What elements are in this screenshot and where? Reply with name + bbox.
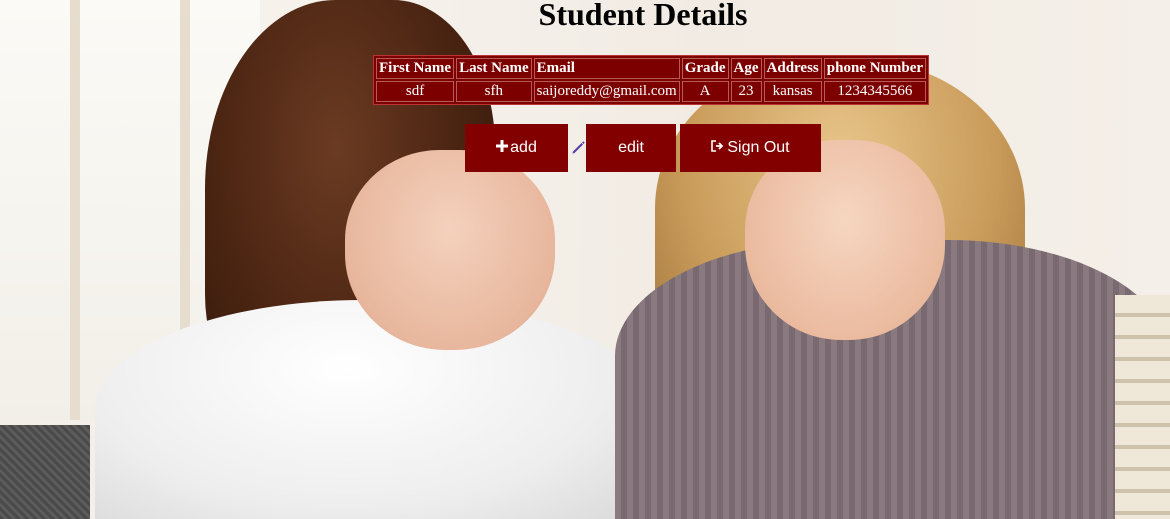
column-header-last-name: Last Name <box>456 58 532 79</box>
cell-first-name: sdf <box>376 81 455 102</box>
edit-button-label: edit <box>618 139 644 156</box>
cell-phone-number: 1234345566 <box>823 81 927 102</box>
edit-button[interactable]: edit <box>586 124 676 172</box>
sign-out-button-label: Sign Out <box>727 139 790 156</box>
column-header-phone-number: phone Number <box>823 58 927 79</box>
logout-icon <box>711 139 725 157</box>
background-chair <box>0 425 90 519</box>
cell-email: saijoreddy@gmail.com <box>533 81 680 102</box>
column-header-grade: Grade <box>681 58 729 79</box>
cell-last-name: sfh <box>456 81 532 102</box>
column-header-address: Address <box>763 58 822 79</box>
add-button-label: add <box>510 139 537 156</box>
background-books <box>1115 295 1170 519</box>
table-header-row: First Name Last Name Email Grade Age Add… <box>376 58 927 79</box>
students-table: First Name Last Name Email Grade Age Add… <box>373 55 930 105</box>
pencil-icon[interactable] <box>571 139 587 155</box>
cell-age: 23 <box>730 81 762 102</box>
plus-icon <box>496 139 509 157</box>
sign-out-button[interactable]: Sign Out <box>680 124 821 172</box>
table-row: sdf sfh saijoreddy@gmail.com A 23 kansas… <box>376 81 927 102</box>
cell-grade: A <box>681 81 729 102</box>
column-header-email: Email <box>533 58 680 79</box>
column-header-first-name: First Name <box>376 58 455 79</box>
background-person-left-face <box>345 150 555 350</box>
page-title: Student Details <box>538 0 748 32</box>
add-button[interactable]: add <box>465 124 568 172</box>
cell-address: kansas <box>763 81 822 102</box>
background-person-left-shirt <box>95 300 655 519</box>
column-header-age: Age <box>730 58 762 79</box>
background-window-frame <box>70 0 80 420</box>
